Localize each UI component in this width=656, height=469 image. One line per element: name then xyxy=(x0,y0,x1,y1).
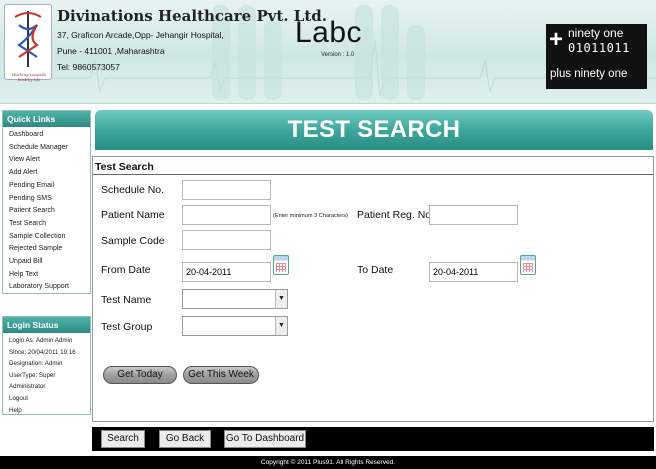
quick-link-test-search[interactable]: Test Search xyxy=(3,218,90,231)
user-type-text: UserType: Super xyxy=(9,371,56,379)
logout-link[interactable]: Logout xyxy=(3,393,90,405)
patient-reg-no-input[interactable] xyxy=(429,205,518,225)
patient-name-input[interactable] xyxy=(182,205,271,225)
quick-link-dashboard[interactable]: Dashboard xyxy=(3,129,90,142)
quick-link-view-alert[interactable]: View Alert xyxy=(3,154,90,167)
from-date-label: From Date xyxy=(101,264,151,276)
login-status-list: Login As: Admin Admin Since: 20/04/2011 … xyxy=(3,333,90,416)
caduceus-logo-icon xyxy=(8,8,48,68)
plus91-brand-logo: + ninety one 01011011 plus ninety one xyxy=(546,24,647,89)
designation-text: Designation: Admin xyxy=(9,360,63,368)
quick-links-panel: Quick Links Dashboard Schedule Manager V… xyxy=(2,110,91,294)
app-version: Version : 1.0 xyxy=(321,52,355,58)
test-group-label: Test Group xyxy=(101,321,153,333)
quick-link-patient-search[interactable]: Patient Search xyxy=(3,205,90,218)
header: Working towards healthy life Divinations… xyxy=(0,0,656,104)
legend-divider xyxy=(93,174,653,175)
from-date-input[interactable] xyxy=(182,262,271,282)
login-since-text: Since: 20/04/2011 19:16 xyxy=(9,348,76,356)
page-title: TEST SEARCH xyxy=(95,110,653,150)
footer-copyright: Copyright © 2011 Plus91. All Rights Rese… xyxy=(0,456,656,469)
brand-binary-text: 01011011 xyxy=(568,41,630,55)
schedule-no-input[interactable] xyxy=(182,180,271,200)
company-address-line2: Pune - 411001 ,Maharashtra xyxy=(57,46,165,56)
brand-plus-icon: + xyxy=(549,26,564,53)
test-search-form: Test Search Schedule No. Patient Name (E… xyxy=(92,156,654,422)
company-logo xyxy=(4,4,52,80)
login-status-title: Login Status xyxy=(3,317,90,333)
form-legend: Test Search xyxy=(95,161,154,173)
test-name-select[interactable]: ▼ xyxy=(182,289,288,309)
login-status-panel: Login Status Login As: Admin Admin Since… xyxy=(2,316,91,415)
brand-top-text: ninety one xyxy=(568,26,624,40)
company-name: Divinations Healthcare Pvt. Ltd. xyxy=(57,7,327,25)
to-date-input[interactable] xyxy=(429,262,518,282)
quick-link-pending-email[interactable]: Pending Email xyxy=(3,180,90,193)
quick-link-schedule-manager[interactable]: Schedule Manager xyxy=(3,142,90,155)
patient-name-label: Patient Name xyxy=(101,209,165,221)
to-date-label: To Date xyxy=(357,264,394,276)
quick-link-pending-sms[interactable]: Pending SMS xyxy=(3,193,90,206)
logo-tagline: Working towards healthy life xyxy=(11,72,47,82)
sample-code-label: Sample Code xyxy=(101,235,165,247)
quick-links-list: Dashboard Schedule Manager View Alert Ad… xyxy=(3,127,90,294)
schedule-no-label: Schedule No. xyxy=(101,184,165,196)
from-date-calendar-icon[interactable] xyxy=(273,255,289,275)
user-type-continued-text: Administrator xyxy=(9,383,46,391)
get-today-button[interactable]: Get Today xyxy=(103,366,177,384)
brand-bottom-text: plus ninety one xyxy=(550,68,628,80)
company-phone: Tel: 9860573057 xyxy=(57,62,120,72)
quick-link-rejected-sample[interactable]: Rejected Sample xyxy=(3,243,90,256)
get-this-week-button[interactable]: Get This Week xyxy=(183,366,259,384)
go-back-button[interactable]: Go Back xyxy=(159,430,211,448)
company-address-line1: 37, Graficon Arcade,Opp- Jehangir Hospit… xyxy=(57,30,224,40)
chevron-down-icon[interactable]: ▼ xyxy=(275,317,287,335)
quick-link-sample-collection[interactable]: Sample Collection xyxy=(3,231,90,244)
quick-links-title: Quick Links xyxy=(3,111,90,127)
sample-code-input[interactable] xyxy=(182,230,271,250)
action-bar: Search Go Back Go To Dashboard xyxy=(92,427,654,451)
help-link[interactable]: Help xyxy=(3,405,90,417)
quick-link-laboratory-support[interactable]: Laboratory Support xyxy=(3,281,90,294)
search-button[interactable]: Search xyxy=(101,430,145,448)
patient-name-hint: (Enter minimum 3 Characters) xyxy=(273,213,348,219)
test-group-select[interactable]: ▼ xyxy=(182,316,288,336)
chevron-down-icon[interactable]: ▼ xyxy=(275,290,287,308)
test-name-label: Test Name xyxy=(101,294,152,306)
app-name: Labc xyxy=(295,16,363,49)
go-to-dashboard-button[interactable]: Go To Dashboard xyxy=(224,430,306,448)
quick-link-help-text[interactable]: Help Text xyxy=(3,269,90,282)
quick-link-add-alert[interactable]: Add Alert xyxy=(3,167,90,180)
to-date-calendar-icon[interactable] xyxy=(520,255,536,275)
patient-reg-no-label: Patient Reg. No xyxy=(357,209,432,221)
login-as-text: Login As: Admin Admin xyxy=(9,337,73,344)
quick-link-unpaid-bill[interactable]: Unpaid Bill xyxy=(3,256,90,269)
